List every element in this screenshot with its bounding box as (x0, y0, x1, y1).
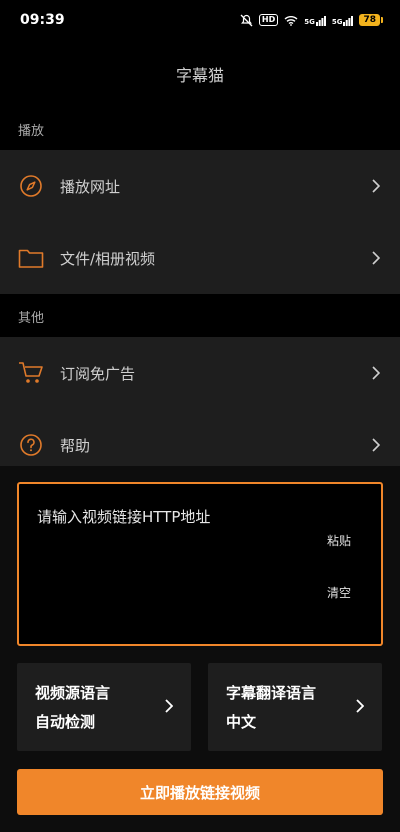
paste-button[interactable]: 粘贴 (327, 532, 351, 549)
chevron-right-icon (370, 437, 382, 453)
menu-item-file-video[interactable]: 文件/相册视频 (0, 222, 400, 294)
signal-label: 5G (304, 17, 315, 26)
menu-group-other: 订阅免广告 帮助 (0, 337, 400, 481)
section-header-other: 其他 (18, 311, 45, 326)
menu-item-label: 帮助 (60, 436, 91, 455)
signal-icon: 5G (304, 15, 326, 26)
mute-icon (240, 14, 253, 27)
source-language-value: 自动检测 (35, 713, 96, 731)
chevron-right-icon (165, 698, 174, 717)
translate-language-title: 字幕翻译语言 (226, 684, 317, 702)
translate-language-card[interactable]: 字幕翻译语言 中文 (208, 663, 382, 751)
section-header-play: 播放 (18, 124, 45, 139)
source-language-title: 视频源语言 (35, 684, 111, 702)
url-input-placeholder[interactable]: 请输入视频链接HTTP地址 (37, 506, 210, 527)
source-language-card[interactable]: 视频源语言 自动检测 (17, 663, 191, 751)
cart-icon (18, 360, 44, 386)
menu-item-play-url[interactable]: 播放网址 (0, 150, 400, 222)
compass-icon (18, 173, 44, 199)
chevron-right-icon (370, 365, 382, 381)
wifi-icon (284, 15, 298, 26)
status-time: 09:39 (20, 12, 65, 28)
hd-icon: HD (258, 14, 279, 26)
folder-icon (18, 245, 44, 271)
url-input-box[interactable]: 请输入视频链接HTTP地址 粘贴 清空 (17, 482, 383, 646)
chevron-right-icon (356, 698, 365, 717)
menu-item-label: 订阅免广告 (60, 364, 136, 383)
signal-label-2: 5G (331, 17, 343, 26)
menu-group-play: 播放网址 文件/相册视频 (0, 150, 400, 294)
menu-item-label: 播放网址 (60, 177, 121, 196)
chevron-right-icon (370, 250, 382, 266)
battery-icon: 78 (359, 14, 383, 26)
app-title: 字幕猫 (175, 66, 224, 85)
signal-icon-2: 5G (332, 15, 354, 26)
menu-item-subscribe[interactable]: 订阅免广告 (0, 337, 400, 409)
play-link-video-button[interactable]: 立即播放链接视频 (17, 769, 383, 815)
status-bar: 09:39 HD 5G 5G 78 (0, 0, 400, 40)
help-icon (18, 432, 44, 458)
translate-language-value: 中文 (226, 713, 257, 731)
clear-button[interactable]: 清空 (327, 584, 351, 601)
menu-item-label: 文件/相册视频 (60, 249, 156, 268)
chevron-right-icon (370, 178, 382, 194)
status-icons: HD 5G 5G 78 (240, 14, 383, 27)
